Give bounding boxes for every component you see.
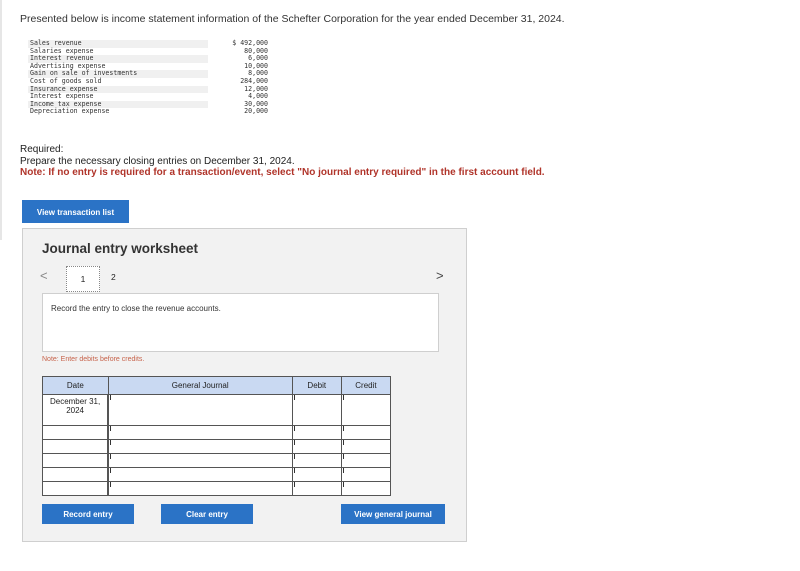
table-row	[42, 481, 392, 496]
table-header-row: Date General Journal Debit Credit	[42, 376, 392, 395]
table-row: Depreciation expense 20,000	[28, 108, 268, 116]
date-cell	[42, 467, 109, 482]
credit-field[interactable]	[340, 425, 392, 440]
journal-entry-table: Date General Journal Debit Credit Decemb…	[42, 376, 392, 496]
debit-column-header: Debit	[291, 376, 342, 395]
credit-field[interactable]	[340, 467, 392, 482]
prompt-box	[42, 293, 439, 352]
intro-text: Presented below is income statement info…	[20, 13, 565, 25]
debit-field[interactable]	[291, 467, 342, 482]
date-cell	[42, 439, 109, 454]
page-tab-2[interactable]: 2	[111, 272, 116, 282]
credit-field[interactable]	[340, 453, 392, 468]
left-edge-bar	[0, 0, 2, 240]
table-row	[42, 425, 392, 440]
income-statement-table: Sales revenue $ 492,000 Salaries expense 8…	[28, 39, 268, 116]
date-cell	[42, 425, 109, 440]
debit-input[interactable]	[292, 440, 341, 453]
account-label: Depreciation expense	[28, 108, 208, 116]
account-field[interactable]	[107, 394, 293, 426]
view-transaction-list-button[interactable]: View transaction list	[22, 200, 129, 223]
required-note: Note: If no entry is required for a tran…	[20, 167, 545, 178]
date-cell: December 31, 2024	[42, 394, 109, 426]
record-entry-button[interactable]: Record entry	[42, 504, 134, 524]
credit-input[interactable]	[341, 454, 390, 467]
prev-arrow-icon[interactable]: <	[40, 268, 48, 283]
account-input[interactable]	[109, 440, 292, 453]
table-row	[42, 467, 392, 482]
account-input[interactable]	[109, 426, 292, 439]
credit-field[interactable]	[340, 394, 392, 426]
table-row	[42, 439, 392, 454]
date-cell	[42, 481, 109, 496]
debit-field[interactable]	[291, 439, 342, 454]
required-section: Required: Prepare the necessary closing …	[20, 144, 545, 179]
account-field[interactable]	[107, 467, 293, 482]
debit-field[interactable]	[291, 425, 342, 440]
debits-note: Note: Enter debits before credits.	[42, 356, 145, 363]
debit-input[interactable]	[292, 454, 341, 467]
date-column-header: Date	[42, 376, 109, 395]
debit-input[interactable]	[292, 482, 341, 495]
page-tab-1[interactable]: 1	[66, 266, 100, 292]
view-general-journal-button[interactable]: View general journal	[341, 504, 445, 524]
debit-field[interactable]	[291, 453, 342, 468]
clear-entry-button[interactable]: Clear entry	[161, 504, 253, 524]
credit-input[interactable]	[341, 426, 390, 439]
required-heading: Required:	[20, 144, 64, 155]
debit-input[interactable]	[292, 426, 341, 439]
account-field[interactable]	[107, 481, 293, 496]
account-input[interactable]	[109, 482, 292, 495]
credit-input[interactable]	[341, 440, 390, 453]
credit-input[interactable]	[341, 482, 390, 495]
credit-input[interactable]	[341, 395, 390, 425]
account-field[interactable]	[107, 439, 293, 454]
next-arrow-icon[interactable]: >	[436, 268, 444, 283]
account-field[interactable]	[107, 425, 293, 440]
date-cell	[42, 453, 109, 468]
general-journal-column-header: General Journal	[107, 376, 293, 395]
credit-input[interactable]	[341, 468, 390, 481]
account-field[interactable]	[107, 453, 293, 468]
account-input[interactable]	[109, 454, 292, 467]
debit-input[interactable]	[292, 395, 341, 425]
debit-field[interactable]	[291, 481, 342, 496]
account-input[interactable]	[109, 468, 292, 481]
account-input[interactable]	[109, 395, 292, 425]
debit-field[interactable]	[291, 394, 342, 426]
worksheet-title: Journal entry worksheet	[42, 241, 199, 256]
credit-field[interactable]	[340, 481, 392, 496]
debit-input[interactable]	[292, 468, 341, 481]
credit-column-header: Credit	[340, 376, 392, 395]
required-text: Prepare the necessary closing entries on…	[20, 155, 295, 167]
account-value: 20,000	[244, 107, 268, 116]
table-row: December 31, 2024	[42, 394, 392, 426]
prompt-text: Record the entry to close the revenue ac…	[51, 304, 221, 313]
credit-field[interactable]	[340, 439, 392, 454]
table-row	[42, 453, 392, 468]
